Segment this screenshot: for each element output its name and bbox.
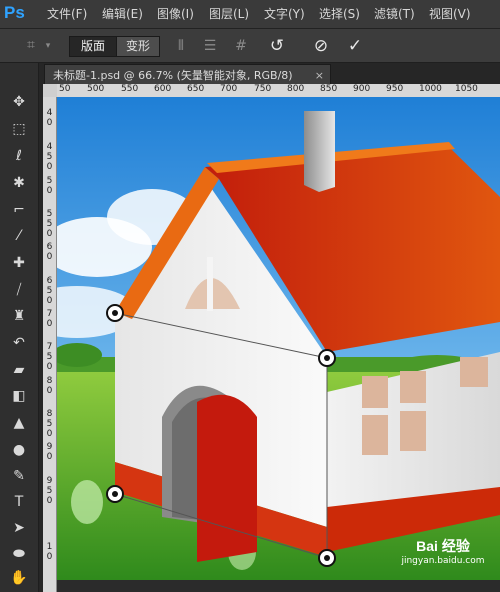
commit-check-icon[interactable]: ✓ [346, 37, 364, 55]
ruler-tick: 5 [46, 286, 53, 296]
image-canvas[interactable]: Bai 经验 jingyan.baidu.com [57, 97, 500, 580]
ruler-tick: 800 [287, 84, 305, 94]
menu-view[interactable]: 视图(V) [429, 0, 471, 28]
transform-handle-bottom-right[interactable] [318, 549, 336, 567]
dodge-tool-icon[interactable]: ● [8, 439, 30, 461]
ruler-tick: 1 [46, 542, 53, 552]
brush-tool-icon[interactable]: ⧸ [8, 279, 30, 301]
ellipse-tool-icon[interactable]: ⬬ [8, 543, 30, 565]
ruler-tick: 5 [46, 209, 53, 219]
vertical-ruler[interactable]: 4 0 4 5 0 5 0 5 5 0 6 0 6 5 0 7 0 7 5 0 … [43, 97, 57, 592]
ruler-tick: 0 [46, 252, 53, 262]
move-tool-icon[interactable]: ✥ [8, 91, 30, 113]
transform-handle-top-right[interactable] [318, 349, 336, 367]
status-bar [57, 580, 500, 592]
cancel-icon[interactable]: ⊘ [312, 37, 330, 55]
transform-handle-bottom-left[interactable] [106, 485, 124, 503]
hand-tool-icon[interactable]: ✋ [8, 567, 30, 589]
clone-stamp-icon[interactable]: ♜ [8, 305, 30, 327]
chevron-down-icon[interactable]: ▾ [39, 37, 57, 55]
menu-image[interactable]: 图像(I) [157, 0, 194, 28]
eyedropper-icon[interactable]: ⁄ [8, 225, 30, 247]
menu-filter[interactable]: 滤镜(T) [374, 0, 415, 28]
ruler-tick: 5 [46, 152, 53, 162]
ruler-tick: 4 [46, 108, 53, 118]
ruler-tick: 1000 [419, 84, 442, 94]
transform-handle-top-left[interactable] [106, 304, 124, 322]
menu-type[interactable]: 文字(Y) [264, 0, 305, 28]
menu-edit[interactable]: 编辑(E) [102, 0, 143, 28]
ruler-tick: 4 [46, 142, 53, 152]
ruler-tick: 1050 [455, 84, 478, 94]
ruler-tick: 900 [353, 84, 371, 94]
ruler-tick: 5 [46, 176, 53, 186]
ruler-tick: 750 [254, 84, 272, 94]
ruler-tick: 5 [46, 352, 53, 362]
ruler-tick: 600 [154, 84, 172, 94]
warp-tool-icon: ⌗ [27, 37, 35, 53]
ruler-tick: 9 [46, 442, 53, 452]
ruler-tick: 0 [46, 452, 53, 462]
ruler-tick: 550 [121, 84, 139, 94]
ruler-tick: 8 [46, 376, 53, 386]
healing-brush-icon[interactable]: ✚ [8, 252, 30, 274]
reset-icon[interactable]: ↺ [268, 37, 286, 55]
ruler-tick: 0 [46, 429, 53, 439]
marquee-tool-icon[interactable]: ⬚ [8, 118, 30, 140]
history-brush-icon[interactable]: ↶ [8, 332, 30, 354]
ruler-tick: 650 [187, 84, 205, 94]
ruler-tick: 5 [46, 419, 53, 429]
watermark-logo: Bai 经验 [416, 538, 470, 554]
mode-layout-button[interactable]: 版面 [69, 36, 117, 57]
split-horizontal-icon[interactable]: ☰ [201, 37, 219, 55]
watermark-url: jingyan.baidu.com [401, 556, 485, 566]
menu-bar: Ps 文件(F) 编辑(E) 图像(I) 图层(L) 文字(Y) 选择(S) 滤… [0, 0, 500, 29]
menu-file[interactable]: 文件(F) [47, 0, 87, 28]
ruler-tick: 6 [46, 242, 53, 252]
split-vertical-icon[interactable]: ⦀ [172, 37, 190, 55]
ruler-tick: 6 [46, 276, 53, 286]
ruler-tick: 0 [46, 229, 53, 239]
ruler-tick: 8 [46, 409, 53, 419]
ruler-tick: 0 [46, 162, 53, 172]
crop-tool-icon[interactable]: ⌐ [8, 199, 30, 221]
ruler-tick: 0 [46, 496, 53, 506]
lasso-tool-icon[interactable]: ℓ [8, 145, 30, 167]
ruler-tick: 5 [46, 486, 53, 496]
ruler-tick: 500 [87, 84, 105, 94]
baidu-watermark: Bai 经验 jingyan.baidu.com [394, 536, 492, 566]
ruler-tick: 850 [320, 84, 338, 94]
ruler-tick: 50 [59, 84, 71, 94]
horizontal-ruler[interactable]: 50 500 550 600 650 700 750 800 850 900 9… [57, 84, 500, 98]
ruler-tick: 5 [46, 219, 53, 229]
ruler-tick: 0 [46, 118, 53, 128]
ruler-tick: 7 [46, 342, 53, 352]
ruler-tick: 0 [46, 362, 53, 372]
tools-panel: ✥ ⬚ ℓ ✱ ⌐ ⁄ ✚ ⧸ ♜ ↶ ▰ ◧ ▲ ● ✎ T ➤ ⬬ ✋ [0, 63, 39, 592]
gradient-tool-icon[interactable]: ◧ [8, 385, 30, 407]
split-grid-icon[interactable]: # [232, 37, 250, 55]
magic-wand-icon[interactable]: ✱ [8, 172, 30, 194]
pen-tool-icon[interactable]: ✎ [8, 465, 30, 487]
ruler-tick: 0 [46, 386, 53, 396]
type-tool-icon[interactable]: T [8, 491, 30, 513]
mode-warp-button[interactable]: 变形 [116, 36, 160, 57]
ruler-tick: 0 [46, 552, 53, 562]
path-selection-icon[interactable]: ➤ [8, 517, 30, 539]
ruler-tick: 0 [46, 296, 53, 306]
options-bar: ⌗ ▾ 版面 变形 ⦀ ☰ # ↺ ⊘ ✓ [0, 29, 500, 63]
ruler-tick: 700 [220, 84, 238, 94]
ruler-origin[interactable] [43, 84, 58, 98]
ruler-tick: 950 [386, 84, 404, 94]
house-artwork [57, 97, 500, 580]
photoshop-logo: Ps [4, 3, 25, 22]
ruler-tick: 0 [46, 186, 53, 196]
eraser-tool-icon[interactable]: ▰ [8, 359, 30, 381]
ruler-tick: 0 [46, 319, 53, 329]
menu-select[interactable]: 选择(S) [319, 0, 360, 28]
menu-layer[interactable]: 图层(L) [209, 0, 249, 28]
blur-tool-icon[interactable]: ▲ [8, 412, 30, 434]
ruler-tick: 9 [46, 476, 53, 486]
ruler-tick: 7 [46, 309, 53, 319]
